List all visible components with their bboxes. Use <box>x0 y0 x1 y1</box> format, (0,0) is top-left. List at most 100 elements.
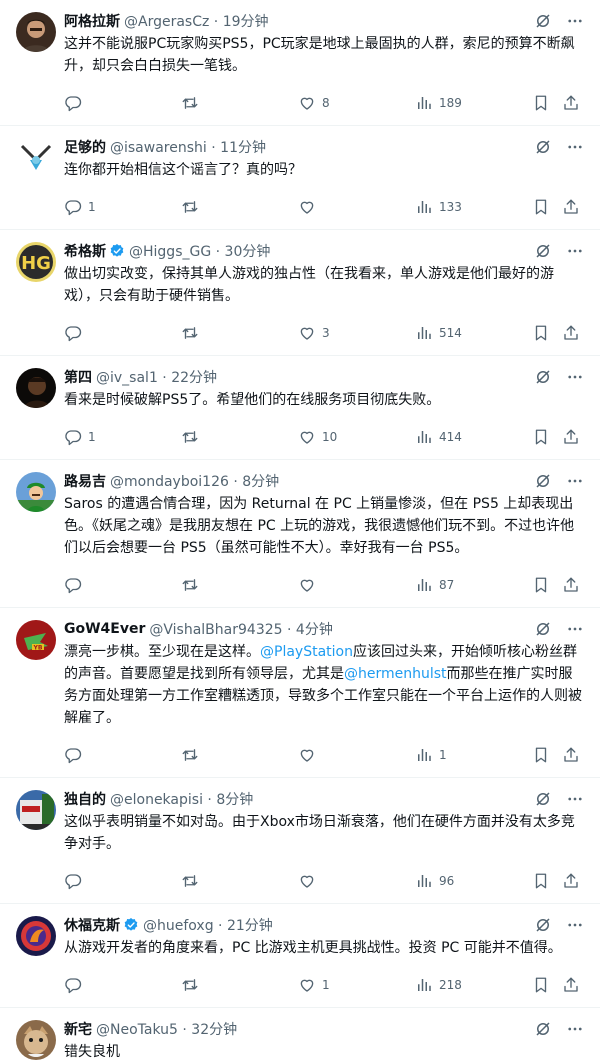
display-name[interactable]: GoW4Ever <box>64 621 145 637</box>
more-icon[interactable] <box>566 138 584 156</box>
timestamp[interactable]: 21分钟 <box>227 918 273 934</box>
display-name[interactable]: 独自的 <box>64 789 106 809</box>
avatar[interactable] <box>16 12 56 52</box>
reply-button[interactable] <box>64 324 181 342</box>
more-icon[interactable] <box>566 916 584 934</box>
grok-icon[interactable] <box>534 138 552 156</box>
views-button[interactable]: 87 <box>415 576 532 594</box>
retweet-button[interactable] <box>181 872 298 890</box>
avatar[interactable] <box>16 472 56 512</box>
grok-icon[interactable] <box>534 242 552 260</box>
retweet-button[interactable] <box>181 94 298 112</box>
share-button[interactable] <box>562 324 582 342</box>
retweet-button[interactable] <box>181 428 298 446</box>
bookmark-button[interactable] <box>532 94 562 112</box>
like-button[interactable]: 1 <box>298 976 415 994</box>
display-name[interactable]: 足够的 <box>64 137 106 157</box>
display-name[interactable]: 希格斯 <box>64 241 106 261</box>
reply-button[interactable]: 1 <box>64 428 181 446</box>
retweet-button[interactable] <box>181 746 298 764</box>
handle[interactable]: @NeoTaku5 <box>96 1022 178 1038</box>
bookmark-button[interactable] <box>532 576 562 594</box>
timestamp[interactable]: 4分钟 <box>296 622 333 638</box>
share-button[interactable] <box>562 872 582 890</box>
handle-time[interactable]: @elonekapisi · 8分钟 <box>110 789 253 809</box>
like-button[interactable] <box>298 576 415 594</box>
handle[interactable]: @elonekapisi <box>110 792 203 808</box>
display-name[interactable]: 阿格拉斯 <box>64 11 120 31</box>
display-name[interactable]: 休福克斯 <box>64 915 120 935</box>
like-button[interactable] <box>298 746 415 764</box>
views-button[interactable]: 189 <box>415 94 532 112</box>
timestamp[interactable]: 8分钟 <box>242 474 279 490</box>
share-button[interactable] <box>562 746 582 764</box>
more-icon[interactable] <box>566 1020 584 1038</box>
bookmark-button[interactable] <box>532 872 562 890</box>
retweet-button[interactable] <box>181 324 298 342</box>
more-icon[interactable] <box>566 368 584 386</box>
timestamp[interactable]: 22分钟 <box>171 370 217 386</box>
reply-button[interactable] <box>64 746 181 764</box>
timestamp[interactable]: 8分钟 <box>216 792 253 808</box>
handle[interactable]: @huefoxg <box>143 918 214 934</box>
bookmark-button[interactable] <box>532 428 562 446</box>
grok-icon[interactable] <box>534 1020 552 1038</box>
timestamp[interactable]: 11分钟 <box>220 140 266 156</box>
retweet-button[interactable] <box>181 198 298 216</box>
views-button[interactable]: 1 <box>415 746 532 764</box>
mention-link[interactable]: @hermenhulst <box>344 666 447 682</box>
handle[interactable]: @mondayboi126 <box>110 474 229 490</box>
display-name[interactable]: 新宅 <box>64 1019 92 1039</box>
more-icon[interactable] <box>566 790 584 808</box>
more-icon[interactable] <box>566 242 584 260</box>
grok-icon[interactable] <box>534 368 552 386</box>
like-button[interactable]: 8 <box>298 94 415 112</box>
views-button[interactable]: 414 <box>415 428 532 446</box>
handle-time[interactable]: @iv_sal1 · 22分钟 <box>96 367 217 387</box>
views-button[interactable]: 96 <box>415 872 532 890</box>
retweet-button[interactable] <box>181 576 298 594</box>
avatar[interactable] <box>16 138 56 178</box>
handle[interactable]: @Higgs_GG <box>129 244 211 260</box>
handle-time[interactable]: @mondayboi126 · 8分钟 <box>110 471 279 491</box>
avatar[interactable]: YB <box>16 620 56 660</box>
bookmark-button[interactable] <box>532 976 562 994</box>
avatar[interactable]: HG <box>16 242 56 282</box>
handle-time[interactable]: @Higgs_GG · 30分钟 <box>129 241 270 261</box>
avatar[interactable] <box>16 1020 56 1060</box>
more-icon[interactable] <box>566 620 584 638</box>
grok-icon[interactable] <box>534 790 552 808</box>
share-button[interactable] <box>562 428 582 446</box>
retweet-button[interactable] <box>181 976 298 994</box>
views-button[interactable]: 218 <box>415 976 532 994</box>
handle[interactable]: @ArgerasCz <box>124 14 209 30</box>
display-name[interactable]: 第四 <box>64 367 92 387</box>
avatar[interactable] <box>16 790 56 830</box>
more-icon[interactable] <box>566 12 584 30</box>
handle[interactable]: @isawarenshi <box>110 140 207 156</box>
like-button[interactable] <box>298 198 415 216</box>
reply-button[interactable] <box>64 576 181 594</box>
grok-icon[interactable] <box>534 916 552 934</box>
like-button[interactable]: 3 <box>298 324 415 342</box>
share-button[interactable] <box>562 94 582 112</box>
timestamp[interactable]: 30分钟 <box>225 244 271 260</box>
grok-icon[interactable] <box>534 472 552 490</box>
reply-button[interactable] <box>64 872 181 890</box>
share-button[interactable] <box>562 198 582 216</box>
timestamp[interactable]: 19分钟 <box>223 14 269 30</box>
bookmark-button[interactable] <box>532 324 562 342</box>
avatar[interactable] <box>16 368 56 408</box>
share-button[interactable] <box>562 976 582 994</box>
grok-icon[interactable] <box>534 620 552 638</box>
handle[interactable]: @VishalBhar94325 <box>149 622 282 638</box>
reply-button[interactable] <box>64 94 181 112</box>
reply-button[interactable] <box>64 976 181 994</box>
display-name[interactable]: 路易吉 <box>64 471 106 491</box>
handle-time[interactable]: @huefoxg · 21分钟 <box>143 915 273 935</box>
avatar[interactable] <box>16 916 56 956</box>
views-button[interactable]: 133 <box>415 198 532 216</box>
bookmark-button[interactable] <box>532 746 562 764</box>
reply-button[interactable]: 1 <box>64 198 181 216</box>
handle-time[interactable]: @NeoTaku5 · 32分钟 <box>96 1019 237 1039</box>
